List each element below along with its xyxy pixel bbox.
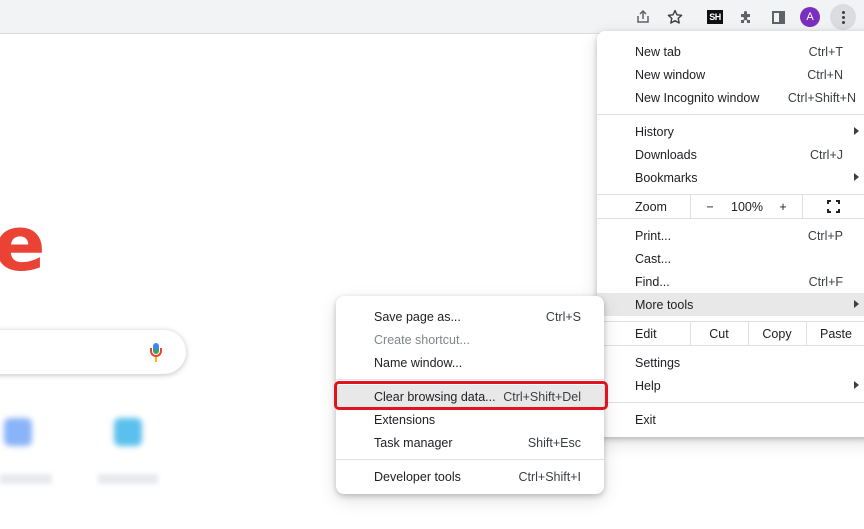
menu-item-label: More tools [635, 297, 694, 312]
paste-button[interactable]: Paste [806, 322, 864, 345]
zoom-out-button[interactable]: − [697, 195, 723, 218]
share-icon-glyph [637, 9, 649, 23]
menu-divider [336, 459, 604, 460]
menu-item-create-shortcut: Create shortcut... [336, 328, 604, 351]
menu-item-label: Create shortcut... [374, 332, 470, 347]
zoom-level: 100% [731, 199, 763, 214]
avatar: A [800, 7, 820, 27]
copy-button[interactable]: Copy [748, 322, 806, 345]
profile-button[interactable]: A [798, 5, 822, 29]
submenu-arrow-icon [854, 173, 859, 181]
share-icon[interactable] [631, 5, 655, 29]
menu-item-label: Cast... [635, 251, 672, 266]
menu-item-task-manager[interactable]: Task manager Shift+Esc [336, 431, 604, 454]
menu-item-print[interactable]: Print... Ctrl+P [597, 224, 864, 247]
bookmark-star-glyph [667, 9, 683, 24]
menu-item-developer-tools[interactable]: Developer tools Ctrl+Shift+I [336, 465, 604, 488]
extensions-puzzle-glyph [741, 11, 750, 23]
menu-divider [597, 402, 864, 403]
menu-item-shortcut: Ctrl+F [808, 274, 843, 289]
microphone-icon[interactable] [150, 343, 162, 363]
menu-item-label: Task manager [374, 435, 453, 450]
browser-toolbar: SH A [0, 0, 864, 34]
fullscreen-button[interactable] [817, 195, 849, 218]
menu-item-extensions[interactable]: Extensions [336, 408, 604, 431]
menu-item-label: Extensions [374, 412, 436, 427]
cut-button[interactable]: Cut [690, 322, 748, 345]
menu-item-label: New Incognito window [635, 90, 760, 105]
submenu-arrow-icon [854, 300, 859, 308]
side-panel-glyph [771, 10, 785, 24]
menu-item-label: Help [635, 378, 661, 393]
menu-divider [597, 345, 864, 346]
menu-item-shortcut: Ctrl+T [808, 44, 843, 59]
menu-item-shortcut: Ctrl+Shift+I [518, 469, 581, 484]
menu-item-label: Developer tools [374, 469, 461, 484]
menu-item-label: Save page as... [374, 309, 461, 324]
google-logo-fragment: e [0, 199, 46, 288]
shortcut-label [98, 474, 158, 484]
menu-item-shortcut: Ctrl+N [807, 67, 843, 82]
menu-item-shortcut: Ctrl+S [545, 309, 581, 324]
chrome-main-menu: New tab Ctrl+T New window Ctrl+N New Inc… [597, 31, 864, 437]
submenu-arrow-icon [854, 381, 859, 389]
menu-item-label: Bookmarks [635, 170, 698, 185]
side-panel-icon[interactable] [766, 5, 790, 29]
menu-item-label: Settings [635, 355, 681, 370]
menu-item-save-page[interactable]: Save page as... Ctrl+S [336, 305, 604, 328]
menu-item-shortcut: Ctrl+Shift+N [787, 90, 856, 105]
menu-item-new-tab[interactable]: New tab Ctrl+T [597, 40, 864, 63]
menu-item-name-window[interactable]: Name window... [336, 351, 604, 374]
menu-item-shortcut: Shift+Esc [527, 435, 581, 450]
menu-item-label: Print... [635, 228, 672, 243]
menu-item-bookmarks[interactable]: Bookmarks [597, 166, 864, 189]
menu-divider [597, 218, 864, 219]
shortcut-tile-icon[interactable] [4, 418, 32, 446]
menu-item-new-window[interactable]: New window Ctrl+N [597, 63, 864, 86]
menu-item-label: History [635, 124, 674, 139]
menu-item-label: Downloads [635, 147, 697, 162]
dots-glyph [841, 10, 845, 24]
menu-item-label: Exit [635, 412, 656, 427]
menu-divider [597, 114, 864, 115]
star-icon[interactable] [663, 5, 687, 29]
puzzle-icon[interactable] [734, 5, 758, 29]
menu-divider [336, 379, 604, 380]
zoom-in-button[interactable]: + [771, 195, 795, 218]
menu-item-label: New window [635, 67, 706, 82]
edit-row: Edit Cut Copy Paste [597, 322, 864, 345]
sh-extension-icon[interactable]: SH [703, 5, 727, 29]
kebab-menu-icon[interactable] [830, 4, 856, 30]
menu-item-settings[interactable]: Settings [597, 351, 864, 374]
sh-badge: SH [707, 10, 723, 24]
shortcut-tile-icon[interactable] [114, 418, 142, 446]
address-bar[interactable] [0, 3, 700, 31]
menu-item-label: Name window... [374, 355, 463, 370]
annotation-highlight-box [334, 381, 608, 410]
menu-item-new-incognito[interactable]: New Incognito window Ctrl+Shift+N [597, 86, 864, 109]
menu-item-history[interactable]: History [597, 120, 864, 143]
menu-item-label: Find... [635, 274, 670, 289]
shortcut-label [0, 474, 52, 484]
submenu-arrow-icon [854, 127, 859, 135]
menu-item-help[interactable]: Help [597, 374, 864, 397]
zoom-row: Zoom − 100% + [597, 195, 864, 218]
zoom-label: Zoom [635, 199, 667, 214]
menu-item-label: New tab [635, 44, 681, 59]
menu-item-cast[interactable]: Cast... [597, 247, 864, 270]
menu-item-more-tools[interactable]: More tools [597, 293, 864, 316]
menu-item-find[interactable]: Find... Ctrl+F [597, 270, 864, 293]
menu-item-shortcut: Ctrl+P [807, 228, 843, 243]
menu-item-exit[interactable]: Exit [597, 408, 864, 431]
edit-label: Edit [635, 326, 657, 341]
menu-item-downloads[interactable]: Downloads Ctrl+J [597, 143, 864, 166]
fullscreen-icon [826, 200, 840, 213]
menu-item-shortcut: Ctrl+J [810, 147, 843, 162]
